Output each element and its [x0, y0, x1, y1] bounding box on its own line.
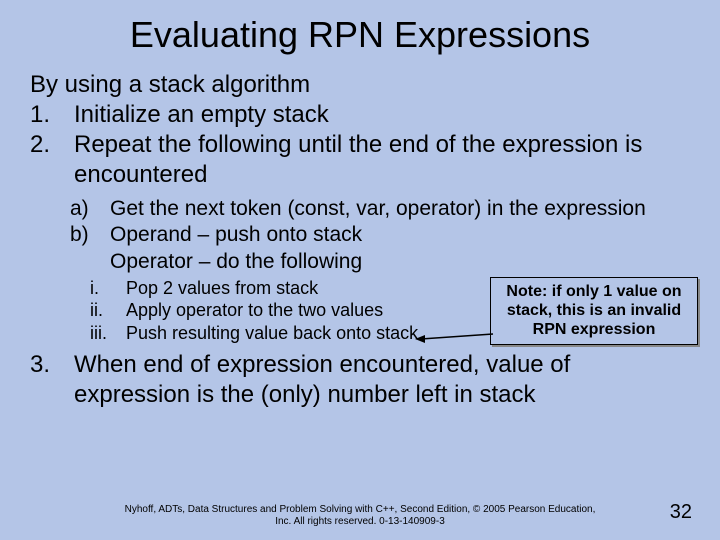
- list-marker: 3.: [30, 350, 74, 410]
- list-marker: 1.: [30, 100, 74, 130]
- alpha-list: a) Get the next token (const, var, opera…: [70, 196, 690, 275]
- sub-b-line2: Operator – do the following: [110, 250, 362, 273]
- sub-b-line1: Operand – push onto stack: [110, 223, 362, 246]
- list-text: When end of expression encountered, valu…: [74, 350, 690, 410]
- note-box: Note: if only 1 value on stack, this is …: [490, 277, 698, 345]
- slide: Evaluating RPN Expressions By using a st…: [0, 0, 720, 540]
- footer-text: Nyhoff, ADTs, Data Structures and Proble…: [0, 504, 720, 528]
- list-text: Operand – push onto stack Operator – do …: [110, 222, 690, 275]
- list-marker: a): [70, 196, 110, 222]
- slide-title: Evaluating RPN Expressions: [30, 14, 690, 56]
- list-marker: 2.: [30, 130, 74, 190]
- page-number: 32: [670, 501, 692, 524]
- numbered-list: 1. Initialize an empty stack 2. Repeat t…: [30, 100, 690, 190]
- list-marker: i.: [90, 277, 126, 300]
- list-marker: b): [70, 222, 110, 275]
- slide-body: By using a stack algorithm 1. Initialize…: [30, 70, 690, 410]
- list-text: Get the next token (const, var, operator…: [110, 196, 690, 222]
- list-marker: ii.: [90, 299, 126, 322]
- intro-line: By using a stack algorithm: [30, 70, 690, 100]
- list-marker: iii.: [90, 322, 126, 345]
- list-text: Repeat the following until the end of th…: [74, 130, 690, 190]
- numbered-list-cont: 3. When end of expression encountered, v…: [30, 350, 690, 410]
- list-text: Initialize an empty stack: [74, 100, 690, 130]
